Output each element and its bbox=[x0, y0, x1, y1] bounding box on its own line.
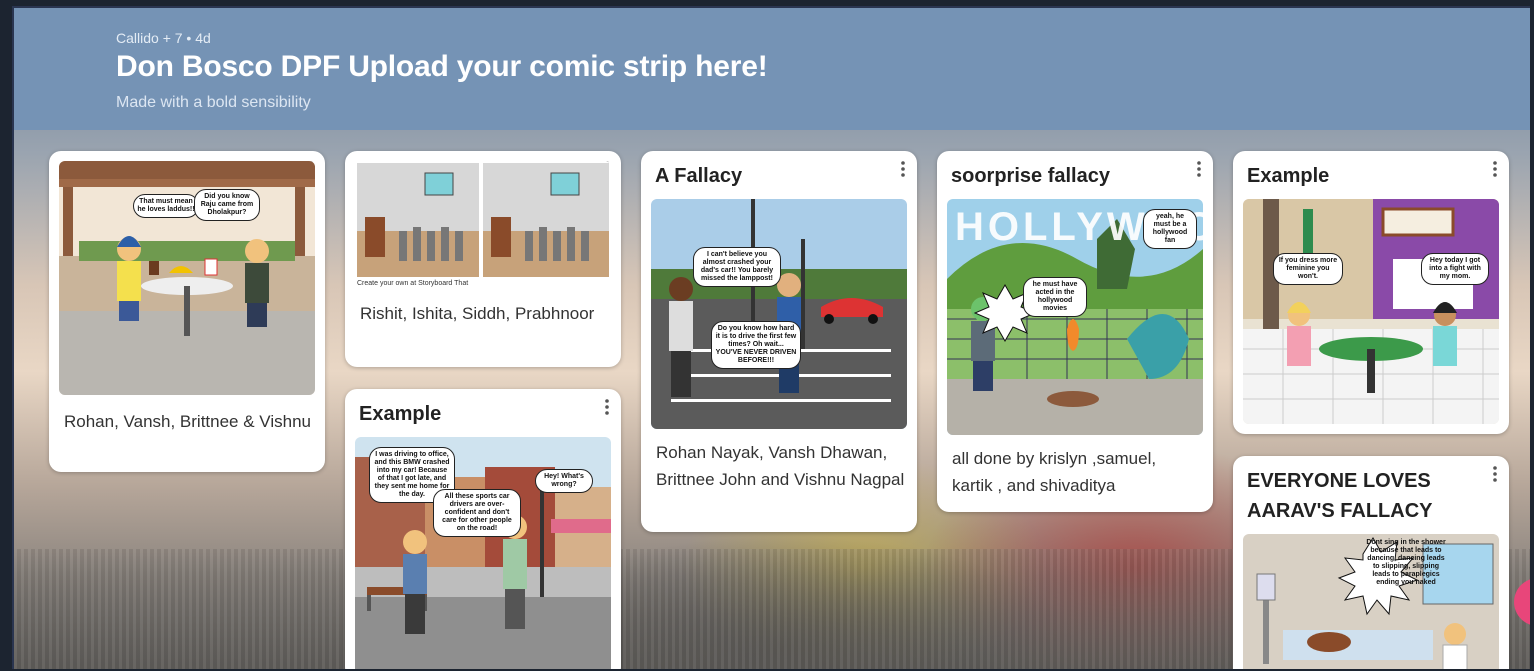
comic-image[interactable]: Dont sing in the shower because that lea… bbox=[1243, 534, 1499, 669]
post-caption: Rishit, Ishita, Siddh, Prabhnoor bbox=[360, 304, 595, 323]
comic-image[interactable]: I can't believe you almost crashed your … bbox=[651, 199, 907, 429]
post-caption: all done by krislyn ,samuel, kartik , an… bbox=[952, 449, 1157, 495]
post-card[interactable]: That must mean he loves laddus!! Did you… bbox=[49, 151, 325, 472]
comic-image[interactable]: Create your own at Storyboard That bbox=[355, 161, 611, 289]
speech-bubble: That must mean he loves laddus!! bbox=[133, 194, 199, 218]
more-vertical-icon[interactable] bbox=[1491, 465, 1499, 483]
post-card[interactable]: Example If you dress more feminine you w… bbox=[1233, 151, 1509, 434]
board-meta[interactable]: Callido + 7 • 4d bbox=[116, 30, 211, 46]
board-subtitle: Made with a bold sensibility bbox=[116, 94, 311, 111]
post-title: Example bbox=[1247, 165, 1330, 187]
speech-bubble: Hey today I got into a fight with my mom… bbox=[1421, 253, 1489, 285]
post-title: soorprise fallacy bbox=[951, 165, 1110, 187]
speech-bubble: Do you know how hard it is to drive the … bbox=[711, 321, 801, 369]
speech-bubble: Dont sing in the shower because that lea… bbox=[1366, 539, 1446, 586]
more-vertical-icon[interactable] bbox=[1195, 160, 1203, 178]
more-vertical-icon[interactable] bbox=[603, 398, 611, 416]
comic-image[interactable]: If you dress more feminine you won't. He… bbox=[1243, 199, 1499, 424]
board-title: Don Bosco DPF Upload your comic strip he… bbox=[116, 50, 768, 83]
speech-bubble: All these sports car drivers are over-co… bbox=[433, 489, 521, 537]
post-caption: Rohan, Vansh, Brittnee & Vishnu bbox=[64, 412, 311, 431]
speech-bubble: I can't believe you almost crashed your … bbox=[693, 247, 781, 287]
comic-image[interactable]: That must mean he loves laddus!! Did you… bbox=[59, 161, 315, 395]
post-card[interactable]: Create your own at Storyboard That Rishi… bbox=[345, 151, 621, 367]
padlet-board: Callido + 7 • 4d Don Bosco DPF Upload yo… bbox=[12, 6, 1530, 669]
board-header: Callido + 7 • 4d Don Bosco DPF Upload yo… bbox=[14, 8, 1530, 130]
more-vertical-icon[interactable] bbox=[899, 160, 907, 178]
post-card[interactable]: A Fallacy I can't believe you almost cra… bbox=[641, 151, 917, 532]
more-vertical-icon[interactable] bbox=[1491, 160, 1499, 178]
storyboard-footer: Create your own at Storyboard That bbox=[357, 280, 469, 287]
speech-bubble: If you dress more feminine you won't. bbox=[1273, 253, 1343, 285]
post-card[interactable]: Example I was driving to office, and thi… bbox=[345, 389, 621, 669]
post-card[interactable]: soorprise fallacy HOLLYWOO yeah, he must… bbox=[937, 151, 1213, 512]
speech-bubble: he must have acted in the hollywood movi… bbox=[1023, 277, 1087, 317]
post-title: Example bbox=[359, 403, 442, 425]
speech-bubble: Hey! What's wrong? bbox=[535, 469, 593, 493]
comic-image[interactable]: HOLLYWOO yeah, he must be a hollywood fa… bbox=[947, 199, 1203, 435]
post-title: A Fallacy bbox=[655, 165, 743, 187]
speech-bubble: Did you know Raju came from Dholakpur? bbox=[194, 189, 260, 221]
comic-image[interactable]: I was driving to office, and this BMW cr… bbox=[355, 437, 611, 669]
post-card[interactable]: EVERYONE LOVES AARAV'S FALLACY Dont sing… bbox=[1233, 456, 1509, 669]
post-caption: Rohan Nayak, Vansh Dhawan, Brittnee John… bbox=[656, 443, 905, 489]
post-title: EVERYONE LOVES AARAV'S FALLACY bbox=[1247, 470, 1433, 522]
speech-bubble: yeah, he must be a hollywood fan bbox=[1143, 209, 1197, 249]
